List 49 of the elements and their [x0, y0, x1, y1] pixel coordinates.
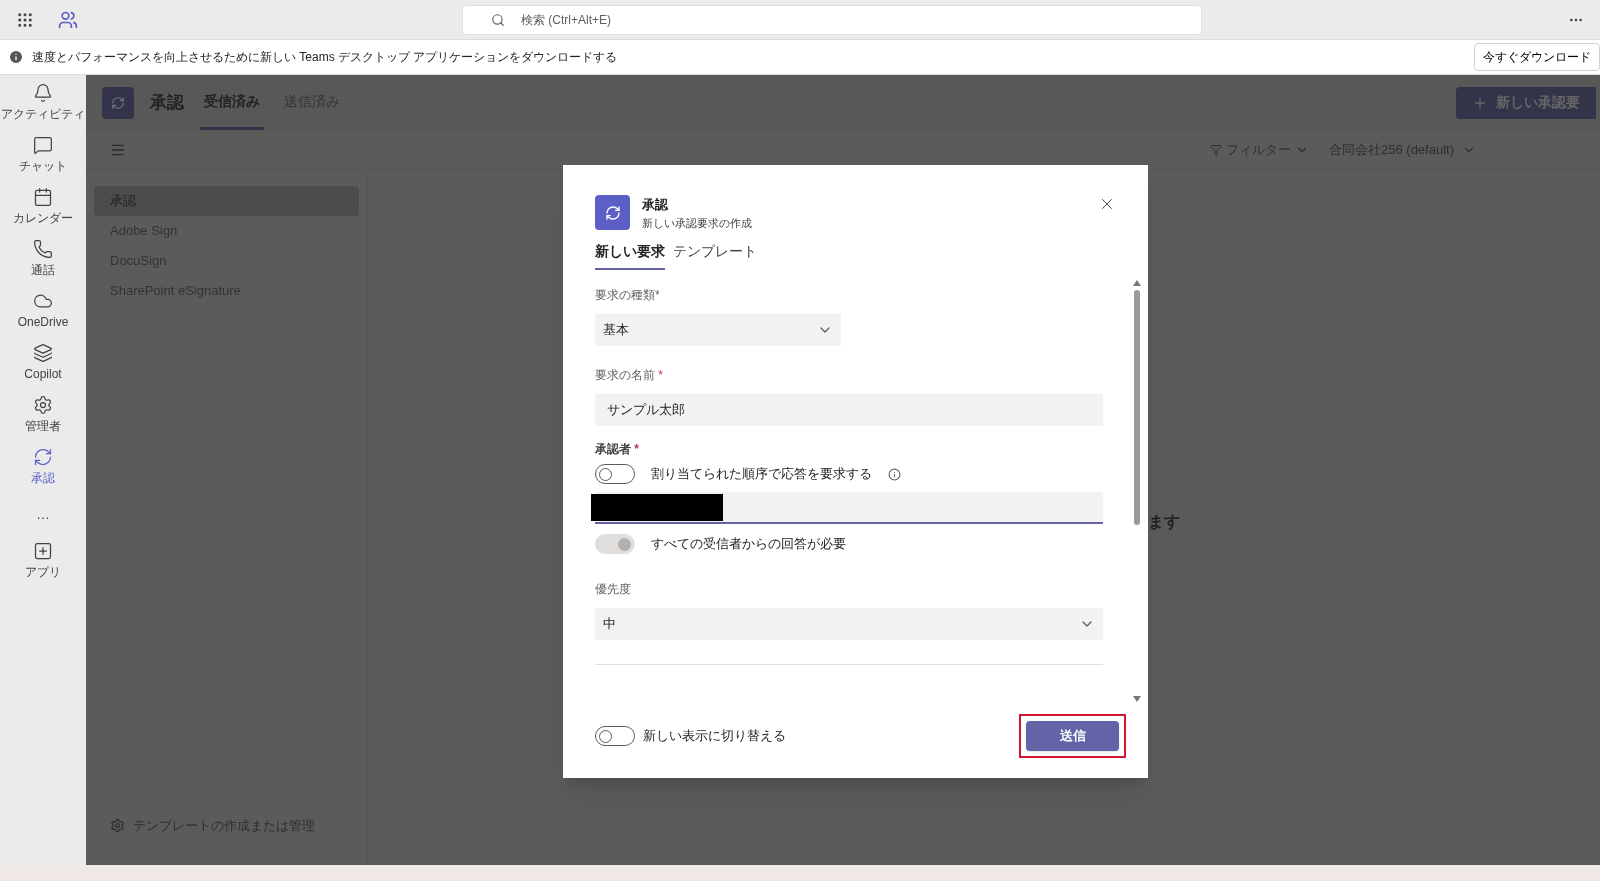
info-icon — [8, 49, 24, 65]
more-apps-text[interactable]: … — [36, 499, 50, 529]
send-button[interactable]: 送信 — [1026, 721, 1119, 751]
toggle-switch[interactable] — [595, 464, 635, 484]
phone-icon — [33, 239, 53, 259]
rail-item[interactable]: Copilot — [24, 343, 62, 383]
toggle-label: 割り当てられた順序で応答を要求する — [651, 465, 872, 484]
field-label: 承認者 * — [595, 441, 640, 458]
calendar-icon — [33, 187, 53, 207]
dialog-title: 承認 — [642, 196, 669, 214]
filter-icon — [1210, 143, 1222, 156]
empty-state-text: ます — [1148, 512, 1180, 532]
chat-icon — [33, 135, 53, 155]
field-label: 優先度 — [595, 581, 632, 598]
rail-item[interactable]: チャット — [19, 135, 67, 175]
dialog-tab[interactable]: テンプレート — [673, 241, 757, 270]
rail-item[interactable]: OneDrive — [17, 291, 69, 331]
dialog-subtitle: 新しい承認要求の作成 — [642, 215, 752, 231]
search-icon — [491, 12, 505, 27]
approvals-logo-icon — [595, 195, 630, 230]
rail-item[interactable]: 通話 — [31, 239, 55, 279]
plus-square-icon — [33, 541, 53, 561]
toggle-label: すべての受信者からの回答が必要 — [651, 535, 846, 554]
rail-item[interactable]: アプリ — [25, 541, 61, 581]
rail-item[interactable]: 管理者 — [25, 395, 61, 435]
toggle-label: 新しい表示に切り替える — [643, 727, 786, 746]
dialog-tab[interactable]: 新しい要求 — [595, 241, 665, 270]
gear-icon — [33, 395, 53, 415]
rail-item[interactable]: 承認 — [31, 447, 55, 487]
field-label: 要求の名前 * — [595, 367, 664, 384]
request-type-dropdown[interactable]: 基本 — [595, 314, 841, 346]
app-launcher-icon[interactable] — [16, 10, 34, 29]
gear-icon — [110, 817, 125, 833]
request-name-field[interactable]: サンプル太郎 — [595, 394, 1103, 426]
teams-logo-icon[interactable] — [58, 9, 78, 30]
refresh-check-icon — [33, 447, 53, 467]
toggle-switch[interactable] — [595, 726, 635, 746]
download-button[interactable]: 今すぐダウンロード — [1474, 43, 1600, 71]
field-label: 要求の種類* — [595, 287, 661, 304]
approvals-logo-icon — [102, 86, 134, 119]
rail-item[interactable]: アクティビティ — [1, 83, 85, 123]
search-input[interactable]: 検索 (Ctrl+Alt+E) — [521, 10, 1173, 29]
search-bar[interactable]: 検索 (Ctrl+Alt+E) — [462, 4, 1202, 35]
info-icon[interactable] — [888, 467, 901, 481]
rail-item[interactable]: カレンダー — [13, 187, 73, 227]
banner-text: 速度とパフォーマンスを向上させるために新しい Teams デスクトップ アプリケーションをダウンロードする — [32, 49, 618, 66]
layers-icon — [33, 343, 53, 363]
priority-dropdown[interactable]: 中 — [595, 608, 1103, 640]
bell-icon — [33, 83, 53, 103]
